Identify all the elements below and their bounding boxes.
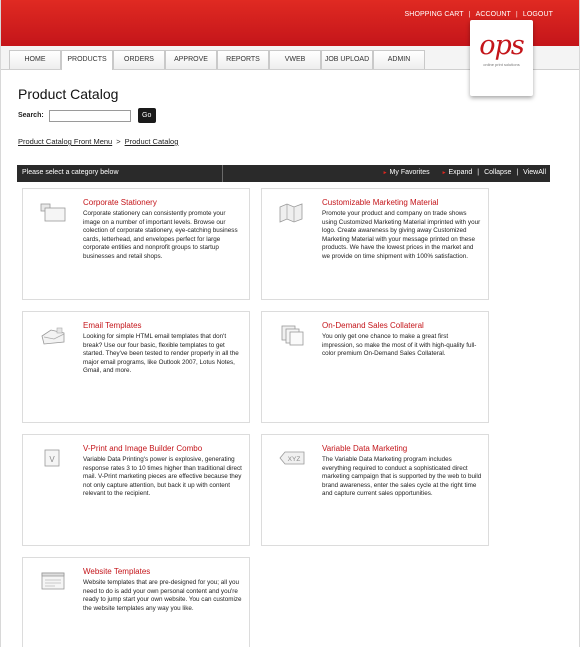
xyz-tag-icon: XYZ	[279, 451, 305, 465]
category-title[interactable]: Variable Data Marketing	[322, 444, 407, 453]
breadcrumb: Product Catalog Front Menu > Product Catal…	[18, 137, 178, 146]
account-link[interactable]: ACCOUNT	[476, 11, 511, 18]
category-card-on-demand-sales-collateral[interactable]: On-Demand Sales Collateral You only get …	[261, 311, 489, 423]
my-favorites-link[interactable]: My Favorites	[390, 169, 430, 176]
svg-text:XYZ: XYZ	[288, 456, 301, 463]
view-all-link[interactable]: ViewAll	[523, 169, 546, 176]
shopping-cart-link[interactable]: SHOPPING CART	[405, 11, 464, 18]
v-print-icon: V	[44, 449, 60, 467]
tab-approve[interactable]: APPROVE	[165, 50, 217, 69]
stationery-icon	[40, 203, 66, 222]
category-card-customizable-marketing[interactable]: Customizable Marketing Material Promote …	[261, 188, 489, 300]
map-icon	[279, 203, 303, 223]
category-bar: Please select a category below ► My Favor…	[17, 165, 550, 182]
category-description: Variable Data Printing's power is explos…	[83, 456, 242, 498]
category-card-v-print-combo[interactable]: V V-Print and Image Builder Combo Variab…	[22, 434, 250, 546]
arrow-icon: ►	[441, 170, 447, 176]
breadcrumb-front-menu[interactable]: Product Catalog Front Menu	[18, 137, 112, 146]
logo-tagline: online print solutions	[483, 62, 520, 67]
tab-home[interactable]: HOME	[9, 50, 61, 69]
category-title[interactable]: Website Templates	[83, 567, 150, 576]
tab-job-upload[interactable]: JOB UPLOAD	[321, 50, 373, 69]
divider	[222, 165, 223, 182]
category-description: Website templates that are pre-designed …	[83, 579, 242, 612]
search-form: Search: Go	[18, 108, 156, 123]
collapse-link[interactable]: Collapse	[484, 169, 511, 176]
separator: |	[477, 169, 480, 176]
separator: |	[516, 169, 519, 176]
category-actions: ► My Favorites ► Expand | Collapse | ViewAll	[383, 169, 546, 176]
tab-orders[interactable]: ORDERS	[113, 50, 165, 69]
category-description: You only get one chance to make a great …	[322, 333, 477, 358]
category-card-website-templates[interactable]: Website Templates Website templates that…	[22, 557, 250, 647]
browser-window-icon	[41, 572, 65, 590]
category-description: Looking for simple HTML email templates …	[83, 333, 239, 375]
separator	[435, 169, 437, 176]
category-description: The Variable Data Marketing program incl…	[322, 456, 482, 498]
search-input[interactable]	[48, 109, 131, 122]
main-nav: HOME PRODUCTS ORDERS APPROVE REPORTS VWE…	[9, 50, 425, 70]
header-links: SHOPPING CART | ACCOUNT | LOGOUT	[405, 11, 553, 18]
go-button[interactable]: Go	[137, 108, 156, 123]
page-title: Product Catalog	[18, 86, 119, 102]
breadcrumb-separator: >	[116, 137, 121, 146]
documents-icon	[281, 325, 304, 346]
category-card-variable-data-marketing[interactable]: XYZ Variable Data Marketing The Variable…	[261, 434, 489, 546]
search-label: Search:	[18, 112, 44, 119]
category-title[interactable]: Customizable Marketing Material	[322, 198, 439, 207]
tab-reports[interactable]: REPORTS	[217, 50, 269, 69]
logout-link[interactable]: LOGOUT	[523, 11, 553, 18]
tab-products[interactable]: PRODUCTS	[61, 50, 113, 70]
svg-text:V: V	[49, 455, 55, 464]
category-description: Corporate stationery can consistently pr…	[83, 210, 238, 260]
logo-mark: ops	[479, 30, 524, 61]
category-card-corporate-stationery[interactable]: Corporate Stationery Corporate stationer…	[22, 188, 250, 300]
separator: |	[515, 11, 518, 18]
breadcrumb-product-catalog[interactable]: Product Catalog	[125, 137, 179, 146]
tab-vweb[interactable]: VWEB	[269, 50, 321, 69]
category-title[interactable]: Corporate Stationery	[83, 198, 157, 207]
category-description: Promote your product and company on trad…	[322, 210, 481, 260]
category-title[interactable]: V-Print and Image Builder Combo	[83, 444, 202, 453]
category-card-email-templates[interactable]: Email Templates Looking for simple HTML …	[22, 311, 250, 423]
expand-link[interactable]: Expand	[449, 169, 473, 176]
arrow-icon: ►	[382, 170, 388, 176]
category-prompt: Please select a category below	[22, 169, 119, 176]
category-title[interactable]: On-Demand Sales Collateral	[322, 321, 424, 330]
company-logo[interactable]: ops online print solutions	[470, 20, 533, 96]
envelope-icon	[41, 327, 65, 345]
separator: |	[468, 11, 471, 18]
category-title[interactable]: Email Templates	[83, 321, 142, 330]
tab-admin[interactable]: ADMIN	[373, 50, 425, 69]
